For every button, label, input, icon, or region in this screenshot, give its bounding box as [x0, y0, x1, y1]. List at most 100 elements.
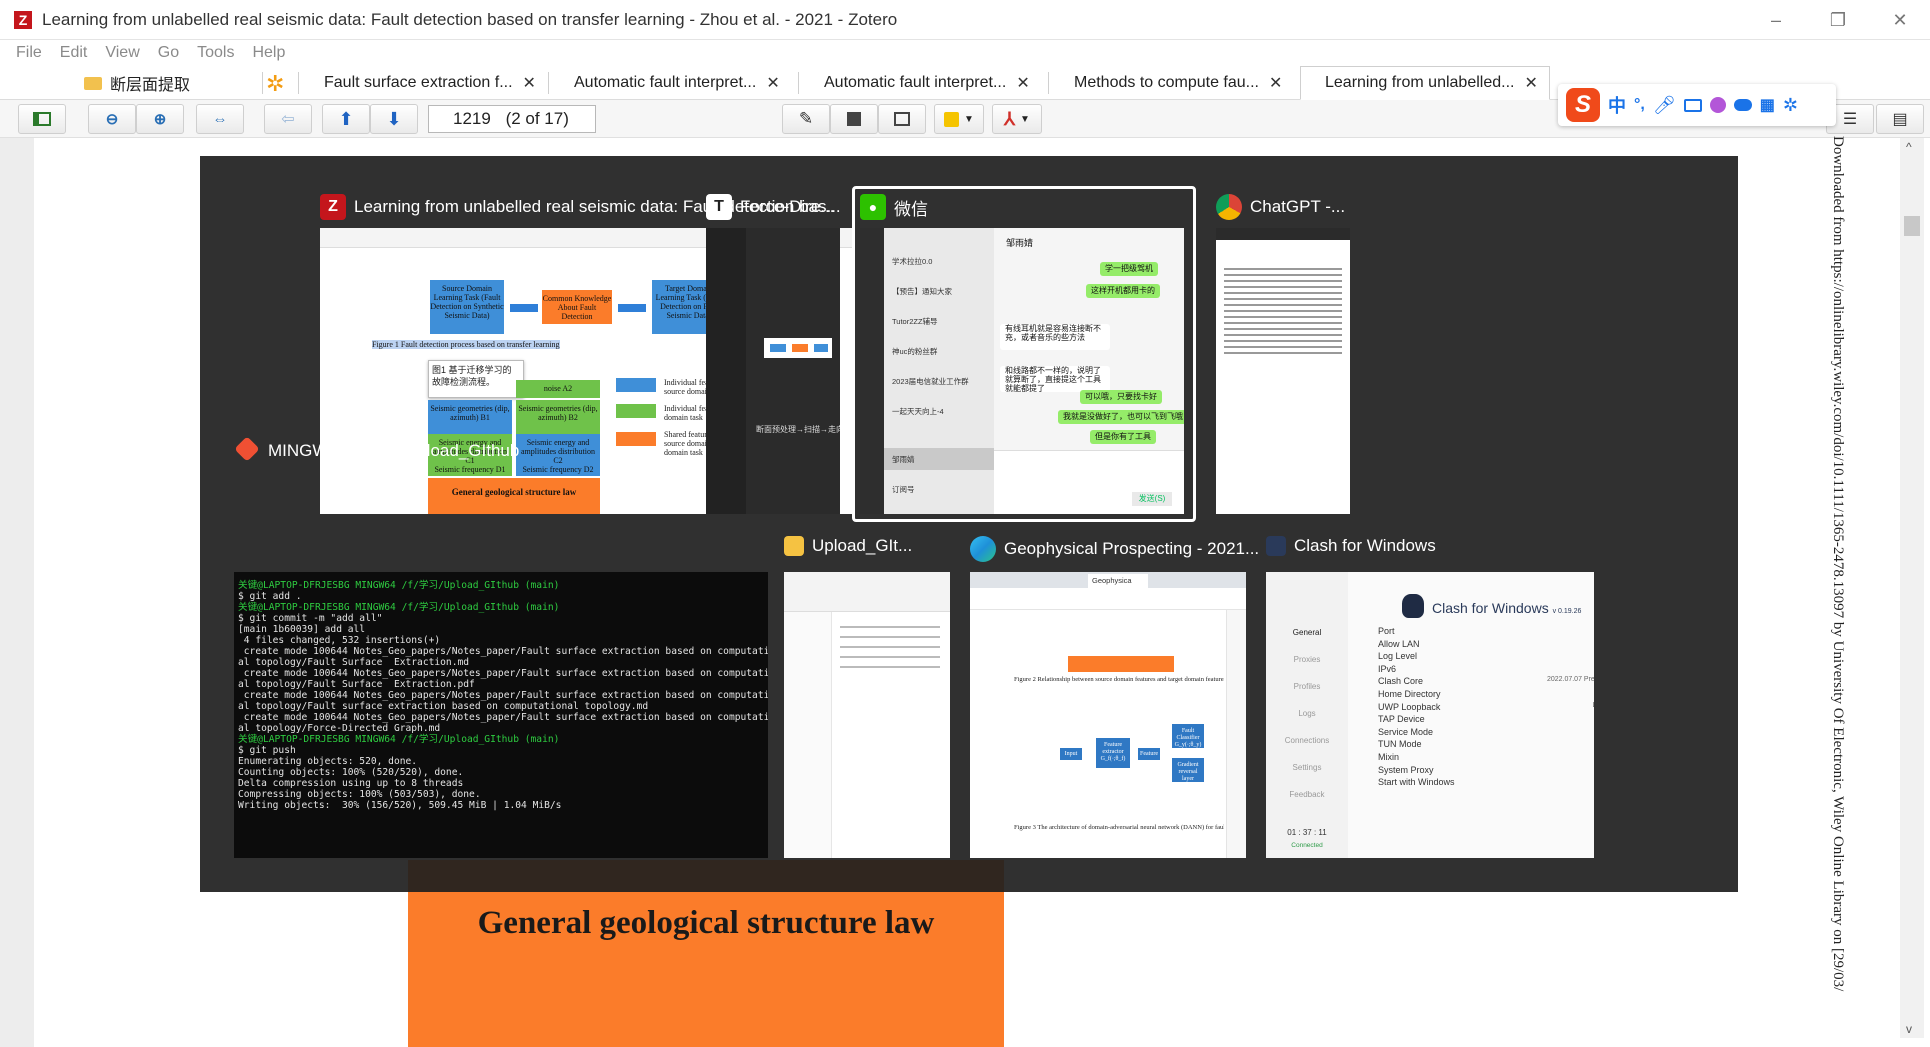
sogou-logo-icon[interactable]: S: [1566, 88, 1600, 122]
clash-nav-item[interactable]: Settings: [1266, 763, 1348, 772]
thumb-translation-popup: 图1 基于迁移学习的故障检测流程。: [428, 360, 524, 398]
zoom-in-icon: ⊕: [153, 111, 167, 128]
switcher-title-force[interactable]: T Force-Dire...: [706, 194, 846, 220]
left-margin: [0, 138, 34, 1047]
contact-item: 2023届电信就业工作群: [892, 377, 969, 386]
sidebar-toggle-icon: [33, 112, 51, 126]
tab-close-icon[interactable]: ✕: [1269, 73, 1282, 93]
clash-setting-value[interactable]: 2022.07.07 Premium (50479): [1547, 676, 1594, 686]
keyboard-icon[interactable]: [1683, 98, 1702, 112]
ime-punct-toggle[interactable]: °,: [1634, 96, 1645, 114]
clash-nav-item-active[interactable]: General: [1266, 628, 1348, 637]
ime-lang-toggle[interactable]: 中: [1608, 92, 1626, 118]
clash-nav-item[interactable]: Logs: [1266, 709, 1348, 718]
scroll-down-icon[interactable]: v: [1906, 1022, 1912, 1036]
tab-library[interactable]: 断层面提取: [84, 66, 264, 100]
clash-nav-item[interactable]: Connections: [1266, 736, 1348, 745]
apps-grid-icon[interactable]: ▦: [1760, 95, 1775, 115]
highlight-button[interactable]: ✎: [782, 104, 830, 134]
maximize-button[interactable]: ❐: [1810, 0, 1866, 40]
chevron-down-icon: ▼: [1020, 113, 1030, 125]
menu-file[interactable]: File: [16, 44, 42, 62]
menu-go[interactable]: Go: [158, 44, 179, 62]
clash-nav-item[interactable]: Profiles: [1266, 682, 1348, 691]
next-page-button[interactable]: ⬇: [370, 104, 418, 134]
chrome-icon: [1216, 194, 1242, 220]
thumb-contact-list: 学术拉拉0.0 【预告】通知大家 Tutor2ZZ辅导 神uc的粉丝群 2023…: [884, 228, 994, 514]
thumb-nav-pane: [784, 612, 832, 858]
switcher-title-edge[interactable]: Geophysical Prospecting - 2021...: [970, 536, 1260, 562]
sidebar-toggle-button[interactable]: [18, 104, 66, 134]
send-button[interactable]: 发送(S): [1132, 492, 1172, 506]
tab-close-icon[interactable]: ✕: [523, 73, 536, 93]
clash-setting-label: Service Mode: [1378, 726, 1434, 737]
scroll-thumb[interactable]: [1904, 216, 1920, 236]
notes-pane-button[interactable]: ▤: [1876, 104, 1924, 134]
fit-width-button[interactable]: ⇔: [196, 104, 244, 134]
tab-item[interactable]: Methods to compute fau... ✕: [1074, 66, 1290, 100]
thumb-source-box: Source Domain Learning Task (Fault Detec…: [430, 280, 504, 334]
zotero-icon: Z: [320, 194, 346, 220]
note-button[interactable]: [830, 104, 878, 134]
clash-nav-item[interactable]: Feedback: [1266, 790, 1348, 799]
terminal-line: create mode 100644 Notes_Geo_papers/Note…: [238, 646, 768, 657]
zoom-in-button[interactable]: ⊕: [136, 104, 184, 134]
sync-star-icon[interactable]: ✲: [266, 71, 284, 97]
tab-item[interactable]: Fault surface extraction f... ✕: [324, 66, 540, 100]
tab-item-active[interactable]: Learning from unlabelled... ✕: [1300, 66, 1550, 100]
clash-setting-value[interactable]: Launch Helper: [1592, 702, 1594, 712]
terminal-line: Delta compression using up to 8 threads: [238, 778, 464, 789]
tab-close-icon[interactable]: ✕: [766, 73, 779, 93]
thumbnail-chatgpt[interactable]: [1216, 228, 1350, 514]
area-select-button[interactable]: [878, 104, 926, 134]
minimize-button[interactable]: –: [1748, 0, 1804, 40]
switcher-title-chatgpt[interactable]: ChatGPT -...: [1216, 194, 1376, 220]
clash-cat-icon: [1402, 594, 1424, 618]
thumbnail-clash[interactable]: General Proxies Profiles Logs Connection…: [1266, 572, 1594, 858]
pdf-icon: ⅄: [1004, 108, 1016, 129]
thumbnail-edge[interactable]: Geophysica Figure 2 Relationship between…: [970, 572, 1246, 858]
menu-help[interactable]: Help: [252, 44, 285, 62]
thumbnail-explorer[interactable]: [784, 572, 950, 858]
thumb-cell: Seismic frequency D2: [516, 464, 600, 476]
page-number-input[interactable]: 1219 (2 of 17): [428, 105, 596, 133]
thumbnail-terminal[interactable]: 关键@LAPTOP-DFRJESBG MINGW64 /f/学习/Upload_…: [234, 572, 768, 858]
terminal-line: Compressing objects: 100% (503/503), don…: [238, 789, 481, 800]
thumbnail-typora[interactable]: 断面预处理→扫描→走向+倾角: [706, 228, 840, 514]
scroll-up-icon[interactable]: ^: [1906, 140, 1912, 154]
switcher-title-wechat[interactable]: ● 微信: [860, 194, 1180, 220]
clash-nav-item[interactable]: Proxies: [1266, 655, 1348, 664]
color-picker-button[interactable]: ▼: [934, 104, 984, 134]
menu-tools[interactable]: Tools: [197, 44, 234, 62]
zoom-out-button[interactable]: ⊖: [88, 104, 136, 134]
switcher-title-terminal[interactable]: MINGW64:/f/学习/Upload_GIthub: [234, 436, 674, 461]
ime-settings-icon[interactable]: ✲: [1783, 95, 1798, 116]
vertical-scrollbar[interactable]: ^ v: [1900, 138, 1924, 1038]
tab-library-label: 断层面提取: [110, 77, 191, 94]
clash-setting-row: IPv6: [1378, 664, 1594, 674]
switcher-title-explorer[interactable]: Upload_GIt...: [784, 536, 934, 556]
switcher-title-clash[interactable]: Clash for Windows: [1266, 536, 1586, 556]
close-window-button[interactable]: ✕: [1872, 0, 1928, 40]
game-icon[interactable]: [1733, 99, 1752, 111]
pdf-export-button[interactable]: ⅄ ▼: [992, 104, 1042, 134]
skin-icon[interactable]: [1709, 97, 1726, 113]
thumb-arrow: [510, 304, 538, 312]
menu-view[interactable]: View: [105, 44, 139, 62]
thumbnail-wechat[interactable]: 学术拉拉0.0 【预告】通知大家 Tutor2ZZ辅导 神uc的粉丝群 2023…: [860, 228, 1184, 514]
clash-setting-row: Home DirectoryOpen Folder: [1378, 689, 1594, 699]
tab-close-icon[interactable]: ✕: [1016, 73, 1029, 93]
terminal-line: 关键@LAPTOP-DFRJESBG MINGW64 /f/学习/Upload_…: [238, 602, 560, 613]
tab-item[interactable]: Automatic fault interpret... ✕: [574, 66, 790, 100]
microphone-icon[interactable]: 🎤︎: [1653, 95, 1676, 116]
clash-version: v 0.19.26: [1552, 608, 1582, 615]
back-button[interactable]: ⇦: [264, 104, 312, 134]
prev-page-button[interactable]: ⬆: [322, 104, 370, 134]
tab-close-icon[interactable]: ✕: [1524, 73, 1537, 93]
thumb-tabstrip: [1216, 228, 1350, 240]
menu-edit[interactable]: Edit: [60, 44, 88, 62]
chat-bubble-right: 但是你有了工具: [1090, 430, 1156, 444]
task-switcher: Z Learning from unlabelled real seismic …: [200, 156, 1738, 892]
tab-item[interactable]: Automatic fault interpret... ✕: [824, 66, 1040, 100]
thumb-node: Feature extractor G_f(·;θ_f): [1096, 738, 1130, 768]
